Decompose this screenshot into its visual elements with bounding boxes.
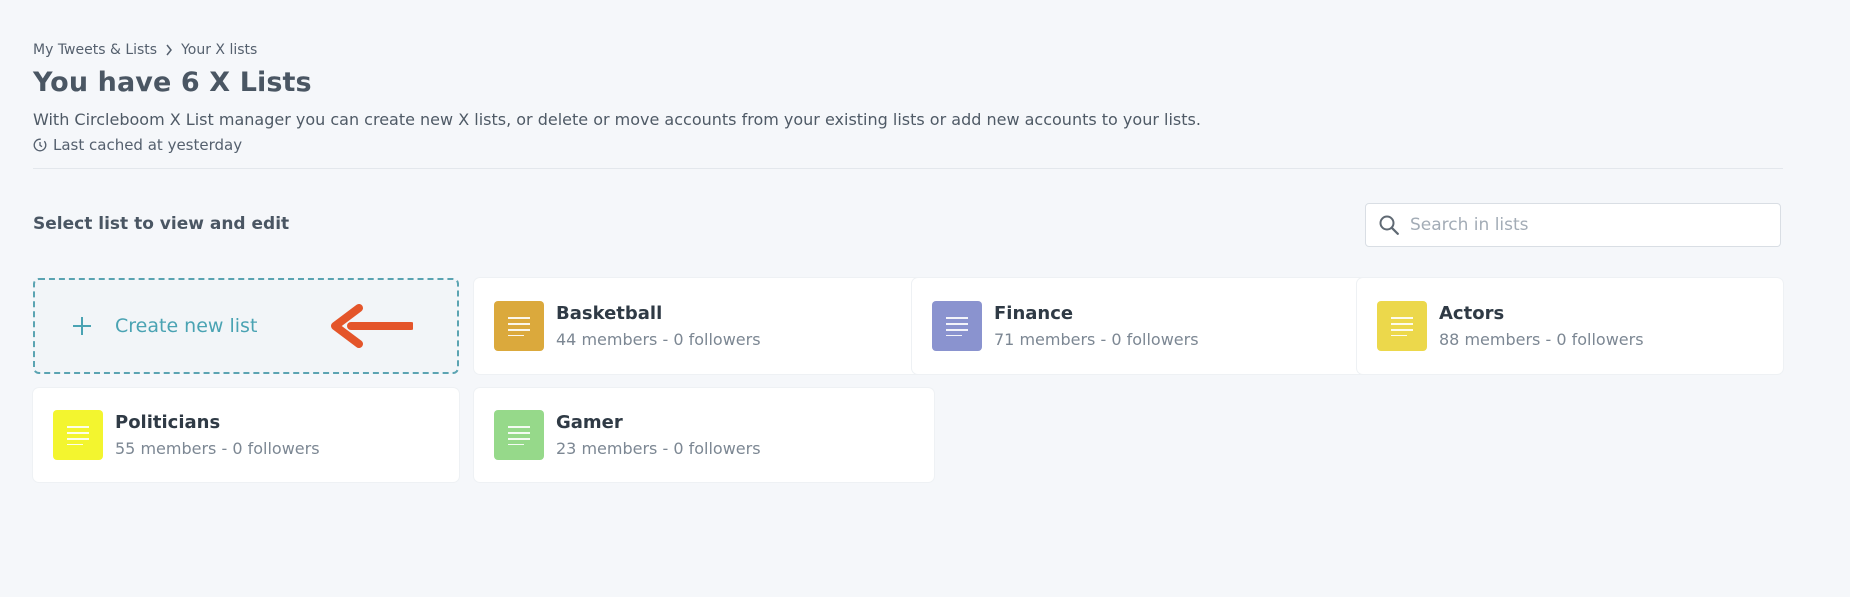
list-document-icon: [932, 301, 982, 351]
list-meta: 23 members - 0 followers: [556, 438, 761, 458]
list-name: Politicians: [115, 411, 221, 433]
page-title: You have 6 X Lists: [33, 67, 312, 98]
divider: [33, 168, 1783, 169]
list-meta: 88 members - 0 followers: [1439, 329, 1644, 349]
page-description: With Circleboom X List manager you can c…: [33, 110, 1201, 129]
list-document-icon: [494, 301, 544, 351]
list-name: Basketball: [556, 302, 663, 324]
list-name: Finance: [994, 302, 1074, 324]
breadcrumb-item-your-lists: Your X lists: [181, 42, 258, 58]
list-meta: 71 members - 0 followers: [994, 329, 1199, 349]
list-meta: 55 members - 0 followers: [115, 438, 320, 458]
breadcrumb: My Tweets & Lists Your X lists: [33, 42, 257, 58]
chevron-right-icon: [165, 44, 173, 56]
list-document-icon: [1377, 301, 1427, 351]
list-card-actors[interactable]: Actors 88 members - 0 followers: [1357, 278, 1783, 374]
create-new-list-label: Create new list: [115, 315, 258, 337]
list-card-politicians[interactable]: Politicians 55 members - 0 followers: [33, 388, 459, 482]
search-input[interactable]: [1408, 214, 1772, 236]
clock-icon: [33, 138, 47, 152]
list-card-gamer[interactable]: Gamer 23 members - 0 followers: [474, 388, 934, 482]
list-meta: 44 members - 0 followers: [556, 329, 761, 349]
cache-status-text: Last cached at yesterday: [53, 136, 243, 154]
arrow-left-icon: [329, 304, 415, 352]
list-document-icon: [53, 410, 103, 460]
list-name: Actors: [1439, 302, 1505, 324]
list-document-icon: [494, 410, 544, 460]
breadcrumb-item-my-tweets[interactable]: My Tweets & Lists: [33, 42, 157, 58]
search-box[interactable]: [1365, 203, 1781, 247]
section-label: Select list to view and edit: [33, 214, 290, 234]
search-icon: [1378, 214, 1400, 236]
list-card-finance[interactable]: Finance 71 members - 0 followers: [912, 278, 1383, 374]
plus-icon: [71, 315, 93, 337]
cache-status: Last cached at yesterday: [33, 136, 242, 154]
list-card-basketball[interactable]: Basketball 44 members - 0 followers: [474, 278, 934, 374]
list-name: Gamer: [556, 411, 623, 433]
